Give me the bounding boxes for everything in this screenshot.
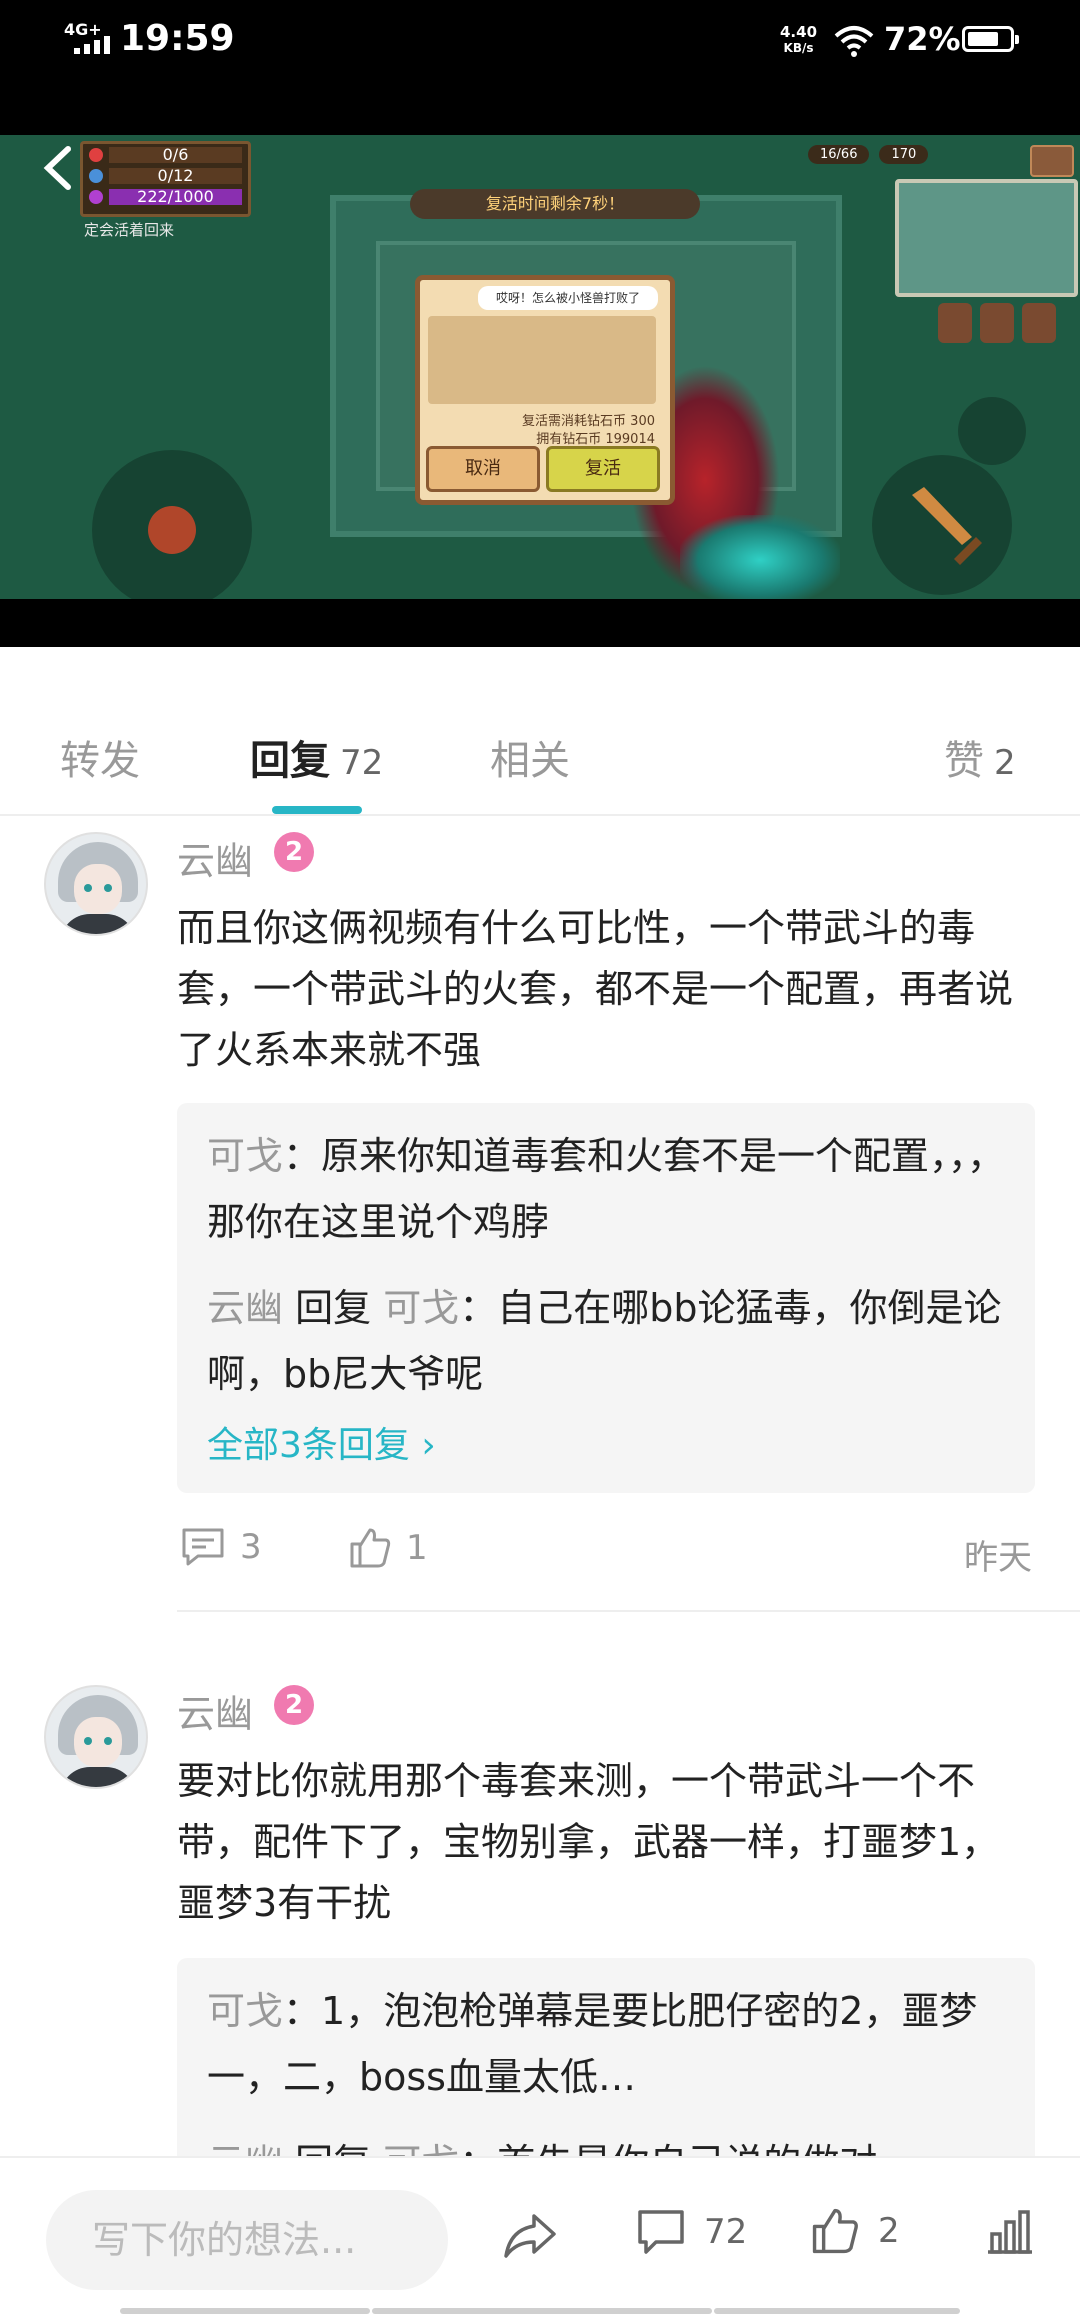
reply-author: 云幽 (207, 1286, 284, 1330)
tab-repost[interactable]: 转发 (60, 728, 140, 786)
shield-icon (89, 168, 103, 183)
bottom-like-button[interactable]: 2 (810, 2206, 900, 2256)
home-indicator (372, 2308, 712, 2314)
comment-text[interactable]: 而且你这俩视频有什么可比性，一个带武斗的毒套，一个带武斗的火套，都不是一个配置，… (177, 898, 1037, 1081)
material-count: 16/66 (808, 145, 870, 164)
divider (177, 1610, 1080, 1612)
back-arrow-icon[interactable] (38, 143, 78, 193)
battery-percent: 72% (884, 20, 961, 58)
revive-button: 复活 (546, 446, 660, 492)
coin-count: 170 (879, 145, 929, 164)
tab-replies[interactable]: 回复 72 (250, 728, 383, 786)
reply-item: 可戈：原来你知道毒套和火套不是一个配置，，，那你在这里说个鸡脖 (207, 1123, 1017, 1255)
reply-item: 云幽 回复 可戈：自己在哪bb论猛毒，你倒是论啊，bb尼大爷呢 (207, 1275, 1017, 1407)
reply-preview[interactable]: 可戈：原来你知道毒套和火套不是一个配置，，，那你在这里说个鸡脖 云幽 回复 可戈… (177, 1103, 1035, 1493)
like-tab-count: 2 (994, 743, 1016, 783)
level-badge: 2 (274, 1685, 314, 1725)
reply-text: ：原来你知道毒套和火套不是一个配置，，，那你在这里说个鸡脖 (207, 1134, 1006, 1244)
level-badge: 2 (274, 832, 314, 872)
comment-text[interactable]: 要对比你就用那个毒套来测，一个带武斗一个不带，配件下了，宝物别拿，武器一样，打噩… (177, 1751, 1037, 1934)
reply-author: 可戈 (207, 1989, 284, 2033)
comment-icon (182, 1528, 224, 1566)
clock: 19:59 (120, 18, 235, 59)
player-stats: 0/6 0/12 222/1000 (80, 141, 251, 217)
card-icon (938, 303, 972, 343)
share-button[interactable] (502, 2210, 558, 2262)
reply-word: 回复 (295, 1286, 372, 1330)
comment-time: 昨天 (964, 1538, 1032, 1578)
reply-tab-count: 72 (340, 743, 384, 783)
sword-attack-icon (872, 455, 1012, 595)
battery-icon (962, 26, 1019, 52)
cancel-button: 取消 (426, 446, 540, 492)
crystal-cluster (680, 515, 840, 605)
bar-chart-icon (988, 2210, 1032, 2254)
tab-likes[interactable]: 赞2 (944, 728, 1016, 786)
video-player[interactable]: 0/6 0/12 222/1000 定会活着回来 复活时间剩余7秒！ 16/66… (0, 135, 1080, 647)
comment-input[interactable]: 写下你的想法... (46, 2190, 448, 2290)
dialog-scene (428, 316, 656, 404)
resource-counters: 16/66 170 (808, 145, 929, 164)
revive-dialog: 哎呀！怎么被小怪兽打败了 复活需消耗钻石币 300 拥有钻石币 199014 取… (415, 275, 675, 505)
share-icon (504, 2214, 556, 2258)
comment-username[interactable]: 云幽 (177, 830, 253, 885)
comment-bubble-icon (638, 2210, 684, 2254)
backpack-icon (980, 303, 1014, 343)
tab-related[interactable]: 相关 (490, 728, 570, 786)
speed-unit: KB/s (783, 41, 814, 55)
comment-actions: 3 1 昨天 (0, 1526, 1080, 1586)
bottom-comment-count: 72 (704, 2212, 748, 2252)
home-indicator (120, 2308, 370, 2314)
reply-item: 可戈：1，泡泡枪弹幕是要比肥仔密的2，噩梦一，二，boss血量太低… (207, 1978, 1017, 2110)
heart-icon (89, 147, 103, 162)
comments-button[interactable]: 72 (636, 2208, 747, 2256)
energy-icon (89, 189, 103, 204)
diamond-balance: 拥有钻石币 199014 (536, 432, 655, 447)
minimap (895, 179, 1078, 297)
bottom-like-count: 2 (878, 2211, 900, 2251)
chat-icon (1022, 303, 1056, 343)
hud-note: 定会活着回来 (84, 221, 175, 239)
pause-button[interactable] (1030, 145, 1074, 177)
reply-count: 3 (240, 1527, 262, 1567)
dialog-bubble: 哎呀！怎么被小怪兽打败了 (478, 286, 658, 310)
tab-bar: 转发 回复 72 相关 赞2 (0, 690, 1080, 816)
stats-button[interactable] (984, 2208, 1036, 2256)
reply-button[interactable]: 3 (180, 1526, 262, 1568)
avatar[interactable] (44, 1685, 148, 1789)
reply-text: ：1，泡泡枪弹幕是要比肥仔密的2，噩梦一，二，boss血量太低… (207, 1989, 978, 2099)
avatar[interactable] (44, 832, 148, 936)
signal-icon (74, 36, 110, 54)
network-speed: 4.40 KB/s (780, 24, 817, 56)
joystick (92, 450, 252, 610)
reply-author: 可戈 (207, 1134, 284, 1178)
wifi-icon (834, 26, 874, 57)
like-count: 1 (406, 1528, 428, 1568)
tab-indicator (272, 806, 362, 814)
reply-target: 可戈 (383, 1286, 460, 1330)
thumbs-up-icon (812, 2208, 858, 2254)
game-side-icons (938, 303, 1056, 343)
like-button[interactable]: 1 (348, 1526, 428, 1570)
revive-cost: 复活需消耗钻石币 300 (522, 414, 655, 429)
speed-value: 4.40 (780, 23, 818, 41)
home-indicator (714, 2308, 960, 2314)
view-all-replies-link[interactable]: 全部3条回复 › (207, 1416, 436, 1468)
bottom-action-bar: 写下你的想法... 72 2 (0, 2156, 1080, 2318)
revive-timer-banner: 复活时间剩余7秒！ (410, 189, 700, 219)
comment-username[interactable]: 云幽 (177, 1683, 253, 1738)
status-bar: 4G+ 19:59 4.40 KB/s 72% (0, 0, 1080, 135)
thumbs-up-icon (350, 1528, 391, 1568)
